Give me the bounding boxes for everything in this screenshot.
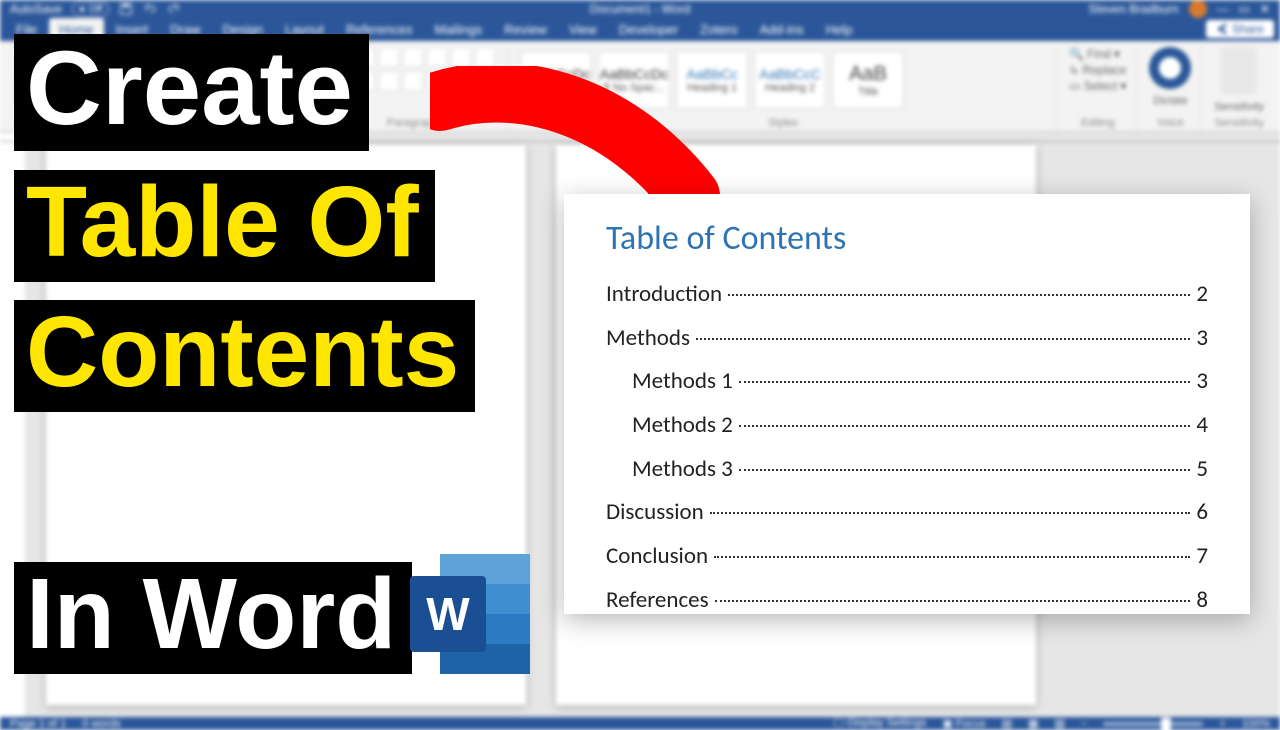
window-min-icon[interactable]: — — [1217, 2, 1229, 16]
sort-button[interactable] — [451, 47, 471, 67]
view-print-icon[interactable]: ▦ — [1028, 717, 1038, 730]
toc-entry-page: 8 — [1196, 579, 1208, 623]
toc-entry-label: Methods 3 — [606, 448, 733, 492]
toc-entry: References 8 — [606, 579, 1208, 623]
status-display[interactable]: 🖵 Display Settings — [834, 717, 927, 730]
share-icon — [1216, 23, 1228, 35]
toc-entry: Methods 2 4 — [606, 404, 1208, 448]
toc-leader-dots — [710, 512, 1191, 514]
dictate-button[interactable] — [1149, 47, 1191, 89]
status-focus[interactable]: ▣ Focus — [942, 717, 985, 730]
show-marks-button[interactable] — [475, 47, 495, 67]
increase-indent-button[interactable] — [427, 47, 447, 67]
toc-entry-label: Conclusion — [606, 535, 708, 579]
ribbon-group-voice: Dictate Voice — [1139, 45, 1202, 131]
sensitivity-button[interactable] — [1221, 47, 1257, 95]
tab-view[interactable]: View — [559, 18, 607, 41]
toc-leader-dots — [715, 600, 1191, 602]
tab-mailings[interactable]: Mailings — [425, 18, 493, 41]
toc-entry: Introduction 2 — [606, 273, 1208, 317]
justify-button[interactable] — [403, 71, 423, 91]
redo-icon[interactable] — [167, 2, 181, 16]
toc-entry-page: 5 — [1196, 448, 1208, 492]
select-button[interactable]: ▭ Select ▾ — [1069, 79, 1126, 93]
zoom-level[interactable]: 100% — [1242, 718, 1270, 730]
avatar[interactable] — [1189, 0, 1207, 18]
toc-leader-dots — [714, 556, 1190, 558]
zoom-in-button[interactable]: + — [1219, 718, 1225, 730]
share-button[interactable]: Share — [1206, 20, 1274, 38]
toc-entry: Methods 1 3 — [606, 360, 1208, 404]
multilevel-button[interactable] — [379, 47, 399, 67]
style-tile-3[interactable]: AaBbCcCHeading 2 — [754, 51, 826, 109]
toc-entry-label: Methods 1 — [606, 360, 733, 404]
toc-leader-dots — [739, 469, 1190, 471]
toc-entry-page: 2 — [1196, 273, 1208, 317]
tab-developer[interactable]: Developer — [609, 18, 688, 41]
window-max-icon[interactable]: ▭ — [1239, 2, 1250, 16]
toc-entry-page: 6 — [1196, 491, 1208, 535]
toc-leader-dots — [696, 338, 1190, 340]
toc-entry: Methods 3 — [606, 317, 1208, 361]
align-right-button[interactable] — [379, 71, 399, 91]
statusbar: Page 1 of 1 0 words 🖵 Display Settings ▣… — [0, 717, 1280, 730]
autosave-toggle[interactable]: ●Off — [72, 1, 109, 17]
toc-leader-dots — [728, 294, 1190, 296]
status-words[interactable]: 0 words — [82, 718, 121, 730]
autosave-label: AutoSave — [10, 2, 62, 16]
toc-leader-dots — [739, 425, 1190, 427]
zoom-out-button[interactable]: − — [1081, 718, 1087, 730]
toc-preview-card: Table of Contents Introduction2Methods3M… — [564, 194, 1250, 614]
toc-entry: Conclusion 7 — [606, 535, 1208, 579]
toc-entry-label: Discussion — [606, 491, 704, 535]
toc-entry-label: Introduction — [606, 273, 722, 317]
headline-line-1: Create — [14, 34, 369, 151]
toc-leader-dots — [739, 381, 1190, 383]
headline-line-3: Contents — [14, 300, 475, 412]
status-page[interactable]: Page 1 of 1 — [10, 718, 66, 730]
toc-entry-page: 7 — [1196, 535, 1208, 579]
toc-entry: Methods 3 5 — [606, 448, 1208, 492]
toc-title: Table of Contents — [606, 218, 1208, 259]
ribbon-group-editing: 🔍 Find ▾ ↳ Replace ▭ Select ▾ Editing — [1059, 45, 1137, 131]
user-name[interactable]: Steven Bradburn — [1089, 2, 1179, 16]
tab-addins[interactable]: Add-ins — [750, 18, 814, 41]
decrease-indent-button[interactable] — [403, 47, 423, 67]
view-read-icon[interactable]: ▤ — [1002, 717, 1012, 730]
undo-icon[interactable] — [143, 2, 157, 16]
save-icon[interactable] — [119, 2, 133, 16]
zoom-slider[interactable] — [1103, 722, 1203, 726]
ribbon-group-sensitivity: Sensitivity Sensitivity — [1204, 45, 1274, 131]
toc-entry: Discussion 6 — [606, 491, 1208, 535]
tab-zotero[interactable]: Zotero — [690, 18, 748, 41]
replace-button[interactable]: ↳ Replace — [1069, 63, 1126, 77]
toc-entry-page: 3 — [1196, 317, 1208, 361]
headline-line-4: In Word — [14, 562, 412, 674]
tab-help[interactable]: Help — [816, 18, 863, 41]
tab-review[interactable]: Review — [494, 18, 557, 41]
style-tile-4[interactable]: AaBTitle — [832, 51, 904, 109]
toc-entry-label: Methods — [606, 317, 690, 361]
headline-line-2: Table Of — [14, 170, 435, 282]
toc-entry-label: Methods 2 — [606, 404, 733, 448]
toc-entry-page: 3 — [1196, 360, 1208, 404]
find-button[interactable]: 🔍 Find ▾ — [1069, 47, 1120, 61]
titlebar: AutoSave ●Off Document1 - Word Steven Br… — [0, 0, 1280, 18]
document-title: Document1 - Word — [433, 2, 848, 16]
word-logo-icon: W — [410, 554, 530, 674]
window-close-icon[interactable]: ✕ — [1260, 2, 1270, 16]
view-web-icon[interactable]: ▧ — [1055, 717, 1065, 730]
toc-entry-page: 4 — [1196, 404, 1208, 448]
toc-entry-label: References — [606, 579, 709, 623]
